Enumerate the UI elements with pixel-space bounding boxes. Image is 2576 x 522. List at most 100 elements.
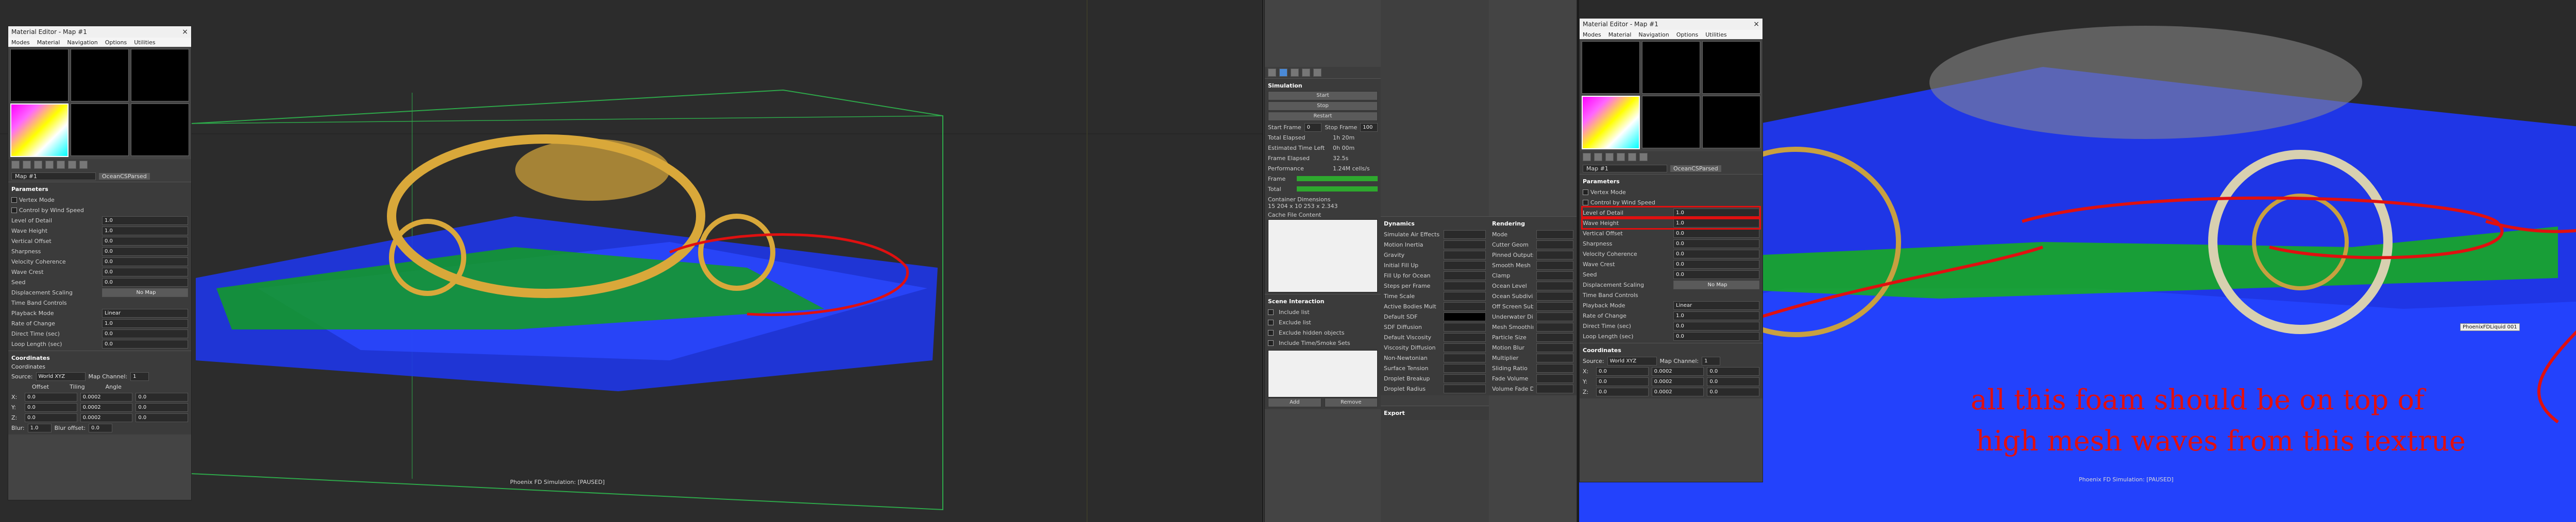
angle-spinner[interactable]: 0.0: [1707, 387, 1760, 396]
angle-spinner[interactable]: 0.0: [135, 413, 189, 422]
offset-spinner[interactable]: 0.0: [1596, 377, 1649, 386]
checkbox[interactable]: [1583, 189, 1588, 195]
show-map-icon[interactable]: [1639, 153, 1648, 161]
simulation-header[interactable]: Simulation: [1268, 82, 1378, 89]
menu-material[interactable]: Material: [1608, 31, 1632, 38]
dyn-value[interactable]: [1444, 343, 1486, 352]
close-icon[interactable]: ×: [1753, 20, 1759, 28]
sample-slot[interactable]: [131, 49, 189, 101]
dyn-value[interactable]: [1444, 271, 1486, 280]
param-spinner[interactable]: 1.0: [1673, 218, 1759, 228]
coordinates-header[interactable]: Coordinates: [1583, 347, 1759, 354]
render-value[interactable]: [1536, 363, 1573, 373]
material-editor-right[interactable]: Material Editor - Map #1 × Modes Materia…: [1579, 18, 1763, 482]
param-spinner[interactable]: 1.0: [1673, 311, 1759, 320]
create-tab-icon[interactable]: [1268, 68, 1276, 77]
tiling-spinner[interactable]: 0.0002: [80, 403, 133, 412]
angle-spinner[interactable]: 0.0: [1707, 377, 1760, 386]
motion-tab-icon[interactable]: [1302, 68, 1310, 77]
render-value[interactable]: [1536, 230, 1573, 239]
param-spinner[interactable]: 1.0: [102, 226, 188, 235]
tiling-spinner[interactable]: 0.0002: [80, 392, 133, 402]
param-spinner[interactable]: 0.0: [1673, 332, 1759, 341]
render-value[interactable]: [1536, 291, 1573, 301]
assign-material-icon[interactable]: [1605, 153, 1614, 161]
param-spinner[interactable]: 0.0: [1673, 270, 1759, 279]
param-spinner[interactable]: 0.0: [102, 267, 188, 276]
param-spinner[interactable]: 0.0: [102, 339, 188, 349]
playback-dropdown[interactable]: Linear: [102, 308, 188, 318]
window-titlebar[interactable]: Material Editor - Map #1 ×: [8, 26, 191, 38]
param-spinner[interactable]: 0.0: [102, 329, 188, 338]
scene-interaction-header[interactable]: Scene Interaction: [1268, 298, 1378, 305]
offset-spinner[interactable]: 0.0: [25, 392, 77, 402]
display-tab-icon[interactable]: [1313, 68, 1321, 77]
param-spinner[interactable]: 0.0: [102, 257, 188, 266]
start-button[interactable]: Start: [1268, 91, 1378, 100]
menu-utilities[interactable]: Utilities: [1705, 31, 1726, 38]
start-frame-spinner[interactable]: 0: [1304, 123, 1322, 132]
offset-spinner[interactable]: 0.0: [1596, 367, 1649, 376]
map-button[interactable]: No Map: [102, 288, 188, 297]
go-to-parent-icon[interactable]: [79, 161, 88, 169]
scene-option[interactable]: Include Time/Smoke Sets: [1268, 338, 1378, 348]
put-to-scene-icon[interactable]: [1594, 153, 1602, 161]
assign-material-icon[interactable]: [34, 161, 42, 169]
hierarchy-tab-icon[interactable]: [1291, 68, 1299, 77]
offset-spinner[interactable]: 0.0: [25, 413, 77, 422]
sample-slot[interactable]: [1702, 96, 1760, 148]
sample-slot[interactable]: [1582, 41, 1640, 94]
playback-dropdown[interactable]: Linear: [1673, 301, 1759, 310]
copy-material-icon[interactable]: [1628, 153, 1636, 161]
sample-slot-active[interactable]: [10, 103, 69, 157]
render-value[interactable]: [1536, 333, 1573, 342]
render-value[interactable]: [1536, 240, 1573, 249]
render-value[interactable]: [1536, 260, 1573, 270]
menu-material[interactable]: Material: [37, 39, 60, 46]
map-button[interactable]: No Map: [1673, 280, 1759, 289]
checkbox[interactable]: [11, 197, 17, 203]
sample-slot[interactable]: [71, 103, 129, 156]
render-value[interactable]: [1536, 353, 1573, 362]
render-value[interactable]: [1536, 312, 1573, 321]
tiling-spinner[interactable]: 0.0002: [1651, 377, 1704, 386]
render-value[interactable]: [1536, 343, 1573, 352]
close-icon[interactable]: ×: [182, 28, 188, 36]
render-value[interactable]: [1536, 374, 1573, 383]
sample-slot[interactable]: [131, 103, 189, 156]
radio[interactable]: [1268, 319, 1274, 325]
menu-options[interactable]: Options: [1676, 31, 1698, 38]
checkbox[interactable]: [1583, 200, 1588, 205]
reset-map-icon[interactable]: [45, 161, 54, 169]
map-channel-spinner[interactable]: 1: [130, 372, 149, 381]
menu-utilities[interactable]: Utilities: [134, 39, 155, 46]
render-value[interactable]: [1536, 281, 1573, 290]
dyn-value[interactable]: [1444, 333, 1486, 342]
blur-offset-spinner[interactable]: 0.0: [89, 423, 113, 432]
window-titlebar[interactable]: Material Editor - Map #1 ×: [1580, 19, 1762, 30]
scene-object-list[interactable]: [1268, 350, 1378, 397]
param-spinner[interactable]: 1.0: [1673, 208, 1759, 217]
stop-button[interactable]: Stop: [1268, 101, 1378, 111]
tiling-spinner[interactable]: 0.0002: [1651, 387, 1704, 396]
remove-button[interactable]: Remove: [1324, 398, 1378, 407]
offset-spinner[interactable]: 0.0: [25, 403, 77, 412]
render-value[interactable]: [1536, 250, 1573, 259]
dyn-value[interactable]: [1444, 374, 1486, 383]
tiling-spinner[interactable]: 0.0002: [80, 413, 133, 422]
dyn-value[interactable]: [1444, 353, 1486, 362]
param-spinner[interactable]: 0.0: [1673, 249, 1759, 258]
menu-navigation[interactable]: Navigation: [67, 39, 97, 46]
dynamics-header[interactable]: Dynamics: [1384, 220, 1486, 227]
dyn-value[interactable]: [1444, 250, 1486, 259]
tiling-spinner[interactable]: 0.0002: [1651, 367, 1704, 376]
stop-frame-spinner[interactable]: 100: [1360, 123, 1378, 132]
dyn-value[interactable]: [1444, 281, 1486, 290]
map-name-field[interactable]: Map #1: [1583, 164, 1667, 172]
scene-option[interactable]: Exclude hidden objects: [1268, 327, 1378, 338]
export-header[interactable]: Export: [1384, 410, 1486, 416]
reset-map-icon[interactable]: [1617, 153, 1625, 161]
rendering-header[interactable]: Rendering: [1492, 220, 1573, 227]
source-dropdown[interactable]: World XYZ: [36, 372, 86, 381]
param-spinner[interactable]: 1.0: [102, 216, 188, 225]
